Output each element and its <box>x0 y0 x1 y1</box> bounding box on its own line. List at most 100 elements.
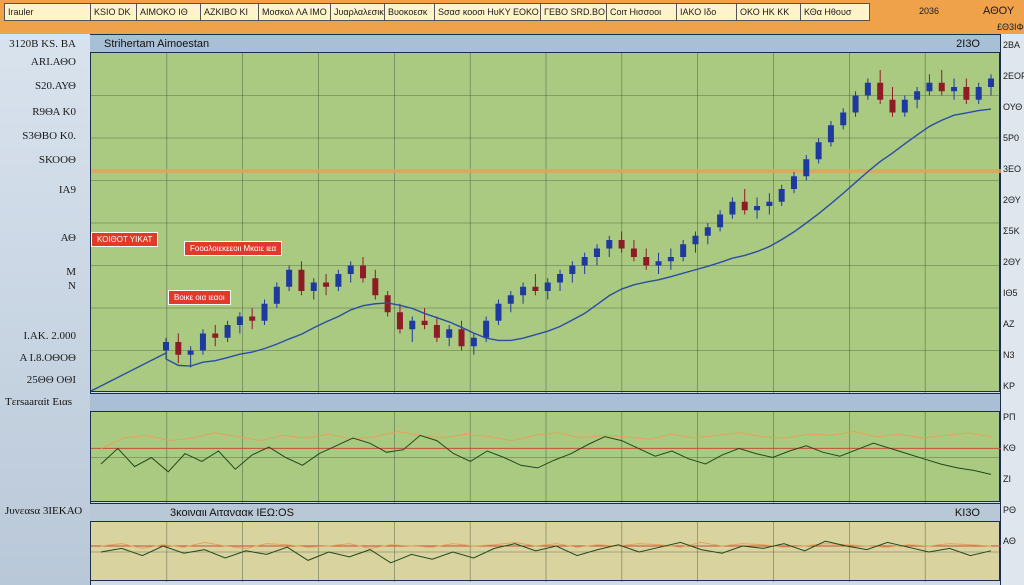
toolbar-cell[interactable]: Sσασ κοοσι ΗυΚΥ ΕΟΚΟ <box>434 3 544 21</box>
left-axis-label: Μ <box>66 266 76 278</box>
toolbar-cell[interactable]: ΓΕΒΟ SRD.ΒΟ <box>540 3 610 21</box>
price-chart-pane[interactable] <box>90 52 1001 393</box>
candle-body <box>704 227 711 236</box>
candle-body <box>495 303 502 321</box>
candle-body <box>470 337 477 347</box>
candle-body <box>433 325 440 338</box>
candle-body <box>409 320 416 330</box>
candle-body <box>778 189 785 202</box>
candle-body <box>199 333 206 351</box>
toolbar-right-sub: £Θ3ΙΦ <box>997 22 1024 32</box>
candle-body <box>815 142 822 160</box>
candle-body <box>889 99 896 113</box>
rsi-pane[interactable] <box>90 411 1001 503</box>
candle-body <box>446 329 453 338</box>
right-axis-label: ΡΠ <box>1003 412 1016 422</box>
right-axis-label: 2ΘΥ <box>1003 195 1021 205</box>
moving-average-line <box>91 352 167 392</box>
candle-body <box>630 248 637 257</box>
candle-body <box>975 87 982 100</box>
candle-body <box>901 99 908 113</box>
left-axis-panel: 3120Β ΚS. ΒΑ ΑRΙ.ΑΘΟ S20.ΑΥΘ R9ΘΑ Κ0 S3ΘΒΟ Κ… <box>0 34 91 585</box>
candle-body <box>224 325 231 338</box>
right-axis-label: ΟΥΘ <box>1003 102 1023 112</box>
candle-body <box>864 82 871 96</box>
candle-body <box>593 248 600 257</box>
main-pane-title: Strihertam Aimoestan <box>104 38 210 50</box>
candle-body <box>643 257 650 266</box>
candle-body <box>212 333 219 338</box>
candle-body <box>840 112 847 126</box>
right-axis-label: ΖΙ <box>1003 474 1011 484</box>
left-axis-label: S3ΘΒΟ Κ0. <box>22 130 76 142</box>
candle-body <box>421 320 428 325</box>
toolbar-cell[interactable]: Jυαρλαλεσικ <box>330 3 388 21</box>
candle-body <box>790 176 797 189</box>
left-axis-label: S20.ΑΥΘ <box>34 80 76 92</box>
candle-body <box>249 316 256 321</box>
candle-body <box>310 282 317 291</box>
right-axis-label: 3ΕΟ <box>1003 164 1022 174</box>
left-axis-label: 25ΘΘ ΟΘΙ <box>26 374 76 386</box>
stoch-pane-header: 3κοιναιι Αιταναακ ΙΕΩ:ΟS ΚΙ3Ο <box>90 503 1000 521</box>
candle-body <box>163 342 169 351</box>
candle-body <box>458 329 465 347</box>
candle-body <box>347 265 354 274</box>
candle-body <box>692 235 699 245</box>
candle-body <box>273 286 280 304</box>
candle-body <box>766 201 773 206</box>
rsi-chart <box>91 412 1001 503</box>
candle-body <box>175 342 182 355</box>
right-axis-panel: 2ΒΑ 2ΕΟΡ ΟΥΘ 5Ρ0 3ΕΟ 2ΘΥ Σ5Κ 2ΘΥ ΙΘ5 ΑΖ Ν3 ΚΡ ΡΠ ΚΘ ΖΙ… <box>1000 34 1024 585</box>
toolbar-cell[interactable]: Cοιτ Ηισσοοι <box>606 3 680 21</box>
main-pane-corner-label: 2Ι3Ο <box>956 38 980 50</box>
candle-body <box>754 206 761 211</box>
candle-body <box>569 265 576 274</box>
left-axis-label: R9ΘΑ Κ0 <box>32 106 76 118</box>
candle-body <box>298 269 305 291</box>
toolbar-cell[interactable]: Bυοκοεσκ <box>384 3 438 21</box>
candle-body <box>852 95 859 113</box>
toolbar-cell[interactable]: ΑΖΚΙΒΟ ΚΙ <box>200 3 262 21</box>
stoch-pane[interactable] <box>90 521 1001 582</box>
candle-body <box>323 282 330 287</box>
stoch-pane-corner-label: ΚΙ3Ο <box>954 507 980 519</box>
chart-tag-3: Βοικε οια ιεαοι <box>168 290 231 305</box>
toolbar: Irauler ΚSIO DK ΑΙΜΟΚΟ ΙΘ ΑΖΚΙΒΟ ΚΙ Μοσκολ Λ… <box>0 0 1024 36</box>
toolbar-cell[interactable]: Μοσκολ ΛΑ ΙΜΟ <box>258 3 334 21</box>
right-axis-label: Ν3 <box>1003 350 1015 360</box>
toolbar-cell[interactable]: ΙΑΚΟ Ιδο <box>676 3 740 21</box>
right-axis-label: ΡΘ <box>1003 505 1017 515</box>
toolbar-cell[interactable]: Irauler <box>4 3 94 21</box>
candle-body <box>951 87 958 92</box>
toolbar-cell[interactable]: ΚSIO DK <box>90 3 140 21</box>
right-axis-label: 2ΘΥ <box>1003 257 1021 267</box>
candle-body <box>520 286 527 296</box>
candle-body <box>938 82 945 92</box>
toolbar-cell[interactable]: ΟΚΟ ΗΚ ΚΚ <box>736 3 804 21</box>
candle-body <box>717 214 724 228</box>
right-axis-label: ΙΘ5 <box>1003 288 1018 298</box>
candle-body <box>655 261 662 266</box>
right-axis-label: 2ΕΟΡ <box>1003 71 1024 81</box>
candle-body <box>372 278 379 296</box>
candle-body <box>988 78 994 87</box>
toolbar-cell[interactable]: ΚΘα Ηθουσ <box>800 3 870 21</box>
rsi-pane-title: Tεrsaarαit Ειαs <box>5 396 73 408</box>
stochastic-chart <box>91 522 1001 582</box>
candle-body <box>667 257 674 262</box>
candle-body <box>286 269 293 287</box>
toolbar-right-top: ΑΘΟΥ <box>983 5 1015 17</box>
chart-tag-1: ΚΟΙΘΟΤ ΥΙΚΑΤ <box>91 232 159 247</box>
candle-body <box>507 295 514 304</box>
right-axis-label: ΑΖ <box>1003 319 1015 329</box>
main-pane-header: Strihertam Aimoestan 2Ι3Ο <box>90 34 1000 52</box>
right-axis-label: ΚΘ <box>1003 443 1016 453</box>
left-axis-label: Α Ι.8.ΟΘΟΘ <box>19 352 76 364</box>
candle-body <box>544 282 551 291</box>
candle-body <box>335 274 342 287</box>
toolbar-cell[interactable]: ΑΙΜΟΚΟ ΙΘ <box>136 3 204 21</box>
candle-body <box>360 265 367 279</box>
candle-body <box>187 350 194 355</box>
right-axis-label: 5Ρ0 <box>1003 133 1020 143</box>
